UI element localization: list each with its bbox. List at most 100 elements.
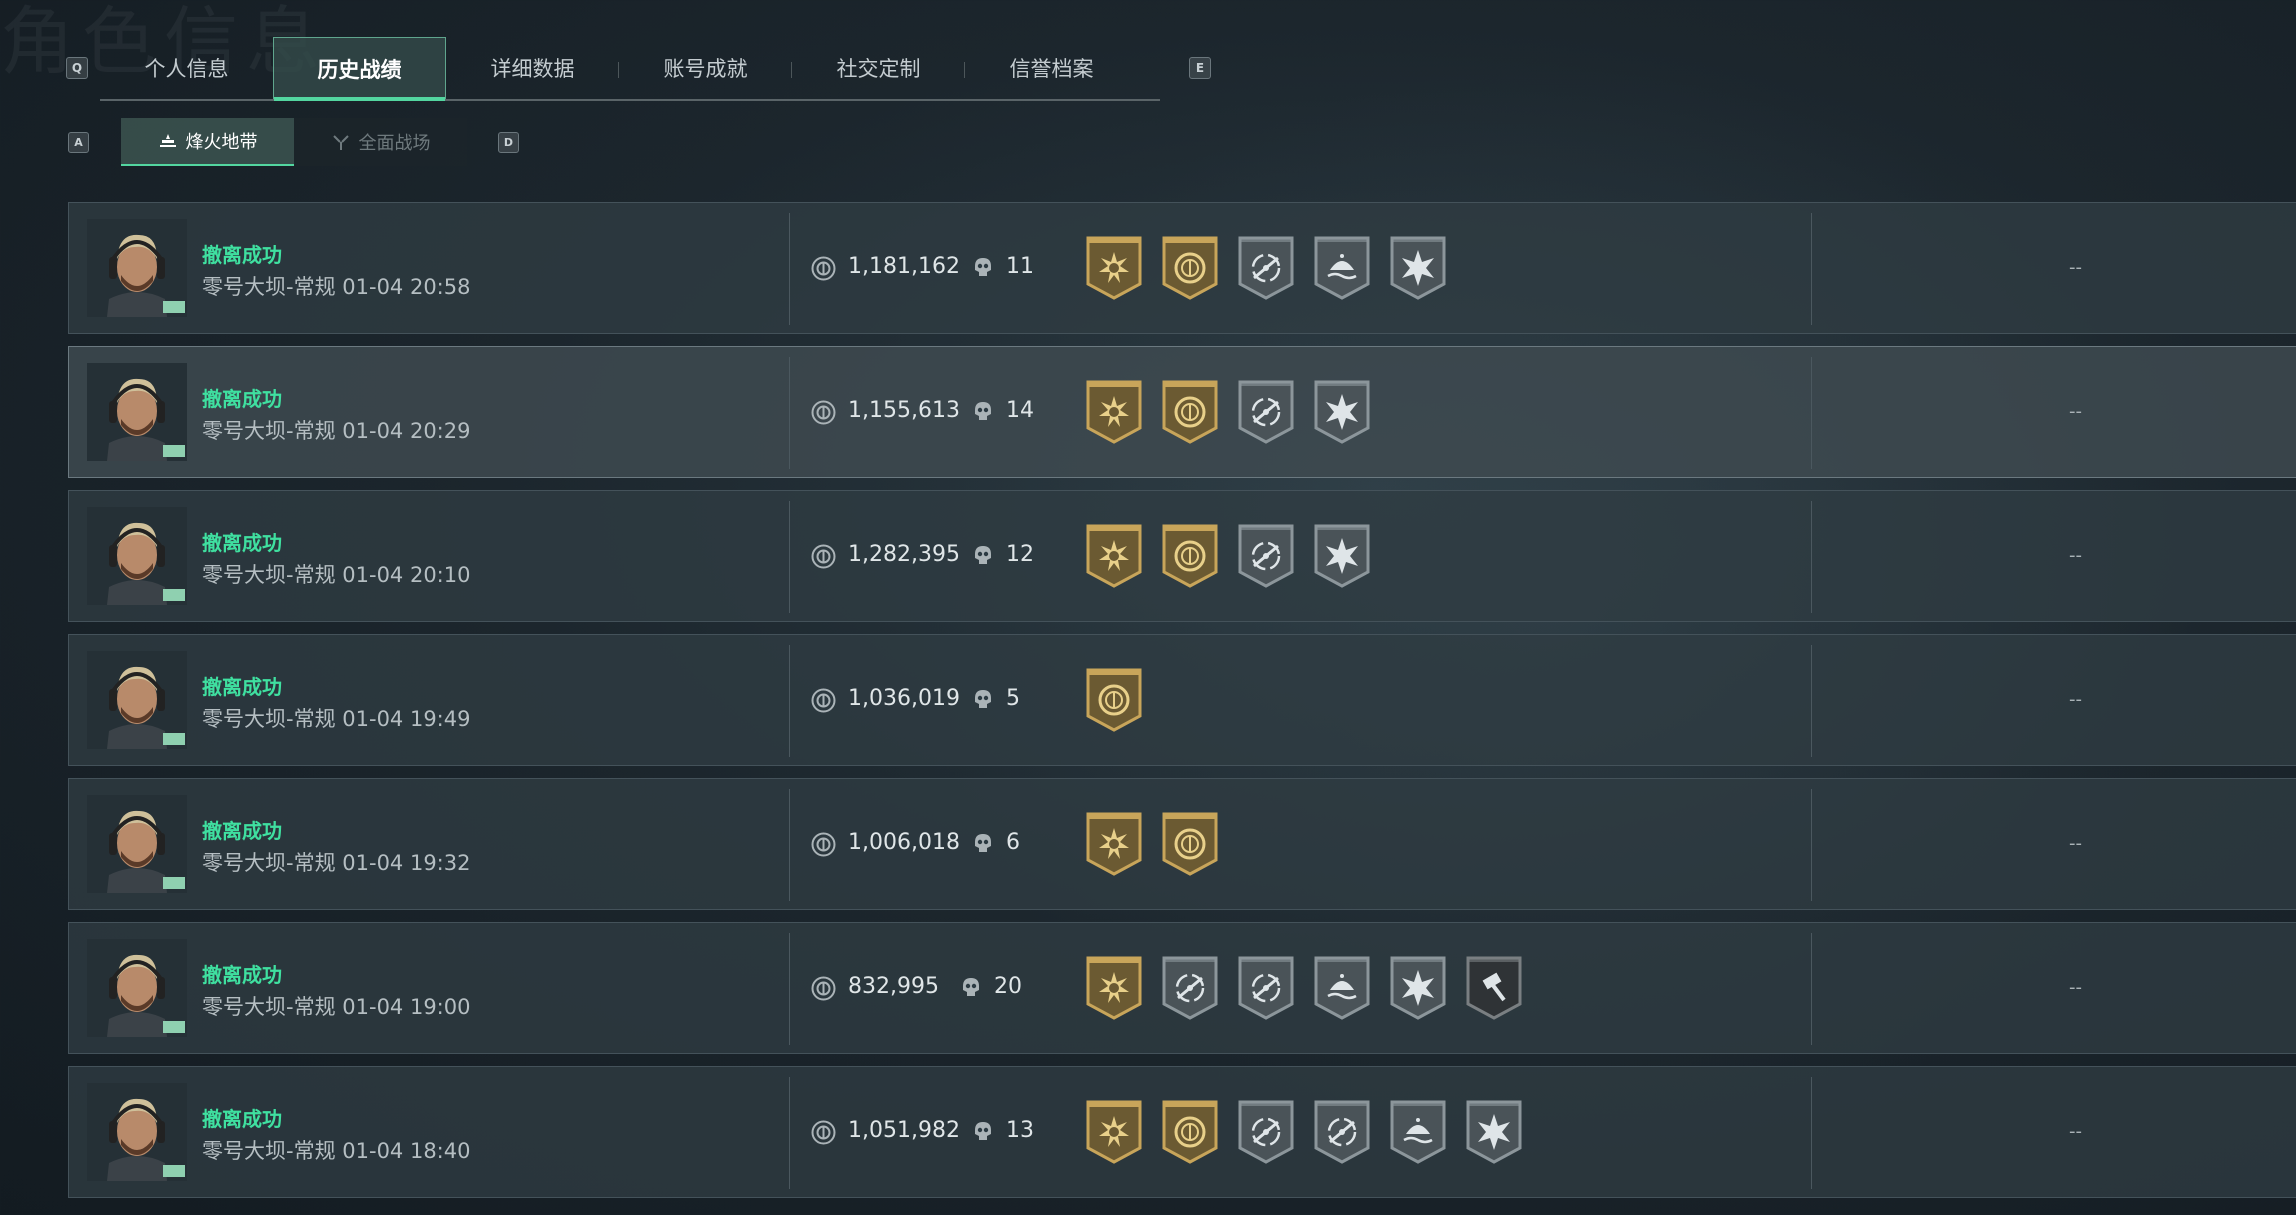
map-name: 零号大坝-常规	[202, 995, 336, 1019]
kill-count: 5	[1006, 686, 1020, 711]
tab-4[interactable]: 账号成就	[619, 37, 792, 99]
silver-wave-medal-icon[interactable]	[1388, 1098, 1448, 1166]
next-mode-key[interactable]: D	[498, 132, 519, 153]
mode-tab-2[interactable]: 全面战场	[294, 118, 467, 166]
medal-list	[1084, 1098, 1524, 1166]
gold-sun-medal-icon[interactable]	[1084, 234, 1144, 302]
match-time: 01-04 20:58	[342, 275, 471, 299]
column-divider	[1811, 213, 1812, 325]
kill-count: 14	[1006, 398, 1034, 423]
silver-crosshair-medal-icon[interactable]	[1160, 954, 1220, 1022]
match-row[interactable]: 撤离成功 零号大坝-常规 01-04 20:10 1,282,395 12 --	[68, 490, 2296, 622]
skull-icon	[971, 1120, 995, 1144]
silver-crosshair-medal-icon[interactable]	[1236, 1098, 1296, 1166]
match-row[interactable]: 撤离成功 零号大坝-常规 01-04 19:32 1,006,018 6 --	[68, 778, 2296, 910]
extra-value: --	[2069, 689, 2082, 710]
skull-icon	[971, 544, 995, 568]
tab-3[interactable]: 详细数据	[446, 37, 619, 99]
currency-icon	[811, 1120, 836, 1145]
match-row[interactable]: 撤离成功 零号大坝-常规 01-04 18:40 1,051,982 13 --	[68, 1066, 2296, 1198]
silver-crosshair-medal-icon[interactable]	[1236, 522, 1296, 590]
tab-5[interactable]: 社交定制	[792, 37, 965, 99]
tab-6[interactable]: 信誉档案	[965, 37, 1138, 99]
extraction-status: 撤离成功	[202, 963, 282, 987]
extracted-value: 1,181,162	[848, 254, 960, 279]
mode-tab-1[interactable]: 烽火地带	[121, 118, 294, 166]
match-row[interactable]: 撤离成功 零号大坝-常规 01-04 20:58 1,181,162 11 --	[68, 202, 2296, 334]
silver-wave-medal-icon[interactable]	[1312, 954, 1372, 1022]
currency-icon	[811, 544, 836, 569]
kill-count: 20	[994, 974, 1022, 999]
match-history-list: 撤离成功 零号大坝-常规 01-04 20:58 1,181,162 11 -- 撤离成功…	[68, 202, 2296, 1210]
medal-list	[1084, 522, 1372, 590]
mode-tab-label: 烽火地带	[185, 132, 258, 153]
map-and-time: 零号大坝-常规 01-04 19:49	[202, 703, 470, 733]
silver-burst-medal-icon[interactable]	[1464, 1098, 1524, 1166]
map-and-time: 零号大坝-常规 01-04 19:32	[202, 847, 470, 877]
column-divider	[1811, 1077, 1812, 1189]
prev-mode-key[interactable]: A	[68, 132, 89, 153]
extracted-value: 832,995	[848, 974, 939, 999]
gold-coin-medal-icon[interactable]	[1160, 234, 1220, 302]
match-row[interactable]: 撤离成功 零号大坝-常规 01-04 19:00 832,995 20 --	[68, 922, 2296, 1054]
beacon-icon	[158, 131, 178, 151]
silver-burst-medal-icon[interactable]	[1312, 522, 1372, 590]
tab-label: 信誉档案	[1009, 57, 1094, 81]
tab-1[interactable]: 个人信息	[100, 37, 273, 99]
operator-avatar	[87, 651, 187, 749]
gold-coin-medal-icon[interactable]	[1160, 378, 1220, 446]
gold-sun-medal-icon[interactable]	[1084, 1098, 1144, 1166]
gold-sun-medal-icon[interactable]	[1084, 522, 1144, 590]
kill-count: 6	[1006, 830, 1020, 855]
battlefield-icon	[331, 132, 351, 152]
currency-icon	[811, 976, 836, 1001]
silver-burst-medal-icon[interactable]	[1388, 234, 1448, 302]
extraction-status: 撤离成功	[202, 1107, 282, 1131]
silver-crosshair-medal-icon[interactable]	[1236, 378, 1296, 446]
map-name: 零号大坝-常规	[202, 851, 336, 875]
silver-wave-medal-icon[interactable]	[1312, 234, 1372, 302]
match-row[interactable]: 撤离成功零号大坝-常规 01-04 19:49 1,036,019 5 --	[68, 634, 2296, 766]
gold-sun-medal-icon[interactable]	[1084, 954, 1144, 1022]
column-divider	[789, 789, 790, 901]
gold-sun-medal-icon[interactable]	[1084, 378, 1144, 446]
silver-crosshair-medal-icon[interactable]	[1312, 1098, 1372, 1166]
extra-value: --	[2069, 401, 2082, 422]
operator-avatar	[87, 507, 187, 605]
extracted-value: 1,036,019	[848, 686, 960, 711]
gold-sun-medal-icon[interactable]	[1084, 810, 1144, 878]
match-time: 01-04 20:10	[342, 563, 471, 587]
silver-crosshair-medal-icon[interactable]	[1236, 234, 1296, 302]
map-and-time: 零号大坝-常规 01-04 18:40	[202, 1135, 470, 1165]
operator-avatar	[87, 1083, 187, 1181]
match-row[interactable]: 撤离成功 零号大坝-常规 01-04 20:29 1,155,613 14 --	[68, 346, 2296, 478]
medal-list	[1084, 666, 1144, 734]
next-tab-key[interactable]: E	[1189, 57, 1211, 79]
silver-burst-medal-icon[interactable]	[1388, 954, 1448, 1022]
tab-2[interactable]: 历史战绩	[273, 37, 446, 101]
gold-coin-medal-icon[interactable]	[1160, 522, 1220, 590]
skull-icon	[971, 832, 995, 856]
extraction-status: 撤离成功	[202, 675, 282, 699]
medal-list	[1084, 954, 1524, 1022]
extra-value: --	[2069, 257, 2082, 278]
prev-tab-key[interactable]: Q	[66, 57, 88, 79]
match-time: 01-04 20:29	[342, 419, 471, 443]
column-divider	[789, 933, 790, 1045]
skull-icon	[959, 976, 983, 1000]
extracted-value: 1,282,395	[848, 542, 960, 567]
gold-coin-medal-icon[interactable]	[1084, 666, 1144, 734]
silver-burst-medal-icon[interactable]	[1312, 378, 1372, 446]
gold-coin-medal-icon[interactable]	[1160, 810, 1220, 878]
silver-crosshair-medal-icon[interactable]	[1236, 954, 1296, 1022]
gold-coin-medal-icon[interactable]	[1160, 1098, 1220, 1166]
map-and-time: 零号大坝-常规 01-04 19:00	[202, 991, 470, 1021]
kill-count: 13	[1006, 1118, 1034, 1143]
operator-avatar	[87, 795, 187, 893]
kill-count: 12	[1006, 542, 1034, 567]
dark-hammer-medal-icon[interactable]	[1464, 954, 1524, 1022]
mode-tab-bar: 烽火地带 全面战场	[121, 118, 467, 166]
column-divider	[789, 1077, 790, 1189]
map-name: 零号大坝-常规	[202, 1139, 336, 1163]
extraction-status: 撤离成功	[202, 387, 282, 411]
